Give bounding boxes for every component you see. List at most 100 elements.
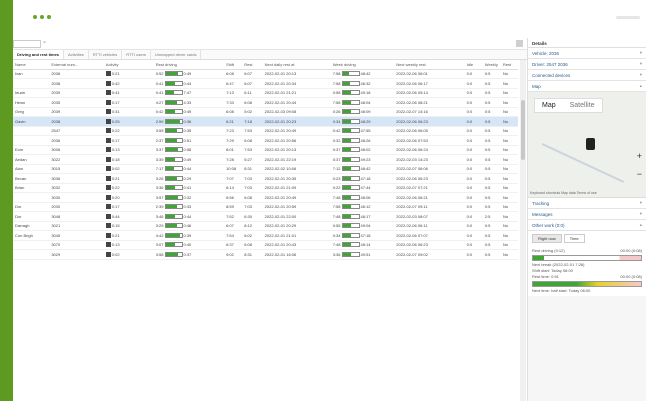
table-row[interactable]: Dor 3048 0:44 3:46 0:44 7:52 6:30 2022-02-01 22… [13,211,518,222]
title-placeholder [616,16,640,19]
zoom-in-icon[interactable]: + [637,147,642,165]
column-header[interactable]: Weekly [482,60,501,70]
table-row[interactable]: 2547 0:22 3:55 0:35 7:23 7:53 2022-02-01 20:49… [13,126,518,136]
cell-external-number: 2038 [49,116,104,127]
settings-icon[interactable] [516,40,523,47]
column-header[interactable]: Next weekly rest [394,60,465,70]
rest-driving-bar [164,242,183,248]
table-row[interactable]: Gavin 2038 0:25 2:59 0:36 6:21 7:18 2022-02-01 … [13,116,518,127]
column-header[interactable]: Activity [103,60,154,70]
rest-driving-bar [164,137,183,143]
cell-idle: 0:0 [464,154,483,165]
cell-rest: 6:30 [242,211,263,222]
cell-rest: 7:03 [242,173,263,184]
map-view[interactable]: Map Satellite + − Keyboard shortcuts Map … [528,92,646,198]
map-tab-map[interactable]: Map [535,99,563,112]
sidebar-map[interactable]: Map ▴ [528,81,646,92]
cell-external-number: 3030 [49,192,104,203]
table-row[interactable]: Dor 2030 0:17 2:39 0:33 8:59 7:03 2022-02-01 20… [13,202,518,212]
cell-rest-driving: 3:57 0:32 [153,192,225,203]
sidebar-tracking[interactable]: Tracking ▾ [528,198,646,209]
table-scrollbar[interactable] [520,60,526,401]
table-row[interactable]: Con Brigh 3045 0:21 4:42 0:39 7:54 6:02 2022-02… [13,230,518,241]
minimize-dot[interactable] [40,15,44,19]
sidebar-messages[interactable]: Messages ▾ [528,209,646,220]
vehicle-pin-icon[interactable] [586,138,595,150]
map-footer: Keyboard shortcuts Map data Terms of use [530,191,597,195]
scroll-thumb[interactable] [521,100,525,160]
table-row[interactable]: Hewn 2035 0:17 4:27 4:33 7:33 6:08 2022-02-01 2… [13,97,518,108]
device-icon [105,109,111,115]
column-header[interactable]: Rest [242,60,263,70]
maximize-dot[interactable] [47,15,51,19]
zoom-out-icon[interactable]: − [637,165,642,183]
table-row[interactable]: Ivan 2036 0:21 0:52 0:49 6:08 6:07 2022-02-01 2… [13,69,518,79]
table-row[interactable]: 3030 0:20 3:57 0:32 6:56 6:08 2022-02-01 20:49… [13,192,518,203]
cell-name: Con Brigh [13,230,50,241]
column-header[interactable]: Rest driving [153,60,225,70]
next-time-line: Next time: half start: Today 06:00 [532,288,591,293]
tab-3[interactable]: RTTI users [122,50,151,59]
cell-idle: 0:0 [464,97,483,108]
table-row[interactable]: 3070 0:13 3:07 0:40 6:37 6:08 2022-02-01 20:43… [13,240,518,250]
table-row[interactable]: Eoin 3006 0:13 3:37 0:56 8:01 7:53 2022-02-01 2… [13,145,518,155]
column-header[interactable]: Shift [224,60,243,70]
cell-external-number: 2036 [49,135,104,146]
cell-rest-flag: No [500,69,518,79]
other-work-label: Other work (0:0) [532,222,565,228]
subtab-right-now[interactable]: Right now [532,234,562,243]
close-dot[interactable] [33,15,37,19]
sidebar-connected[interactable]: Connected devices ▾ [528,70,646,81]
cell-rest: 6:08 [242,135,263,146]
rest-driving-bar [164,251,183,257]
tab-bar: Driving and rest times Activities RTTI veh… [13,50,527,60]
device-icon [105,90,111,96]
column-header[interactable]: Idle [464,60,483,70]
subtab-time[interactable]: Time [563,234,585,243]
cell-idle: 0:0 [464,249,483,260]
driver-times: Rest driving (0:12) 00:00 (0:08) Next br… [528,246,646,296]
table-row[interactable]: 2036 0:17 2:37 0:51 7:29 6:08 2022-02-01 20:56… [13,135,518,146]
table-row[interactable]: 2038 0:42 0:41 0:44 6:47 6:07 2022-02-01 20:34… [13,78,518,89]
tab-2[interactable]: RTTI vehicles [89,50,123,59]
clear-icon[interactable]: × [43,40,46,46]
main-panel: × Driving and rest times Activities RTTI v… [13,38,528,401]
sidebar-other-work[interactable]: Other work (0:0) ▴ [528,220,646,231]
map-tab-satellite[interactable]: Satellite [563,99,602,112]
table-row[interactable]: Greg 2039 0:31 0:42 0:49 6:08 5:02 2022-02-03 0… [13,107,518,117]
table-row[interactable]: Ieuan 2039 0:41 0:41 7:47 7:13 6:11 2022-02-01 … [13,88,518,98]
column-header[interactable]: Week driving [330,60,395,70]
cell-week-driving: 0:26 48:09 [330,107,395,117]
cell-name [13,135,50,146]
sidebar-driver[interactable]: Driver: 2547 2036 ▾ [528,59,646,70]
week-driving-bar [341,156,360,162]
tab-4[interactable]: Unmapped driver cards [151,50,202,59]
search-input[interactable] [13,40,41,48]
rest-driving-bar [164,147,183,153]
column-header[interactable]: Name [13,60,50,70]
week-driving-bar [341,147,360,153]
device-icon [105,175,111,181]
column-header[interactable]: External num... [49,60,104,70]
tab-0[interactable]: Driving and rest times [13,50,65,59]
cell-next-weekly-rest: 2022-02-06 06:21 [394,192,465,203]
cell-activity: 0:13 [103,145,154,155]
tab-1[interactable]: Activities [64,50,89,59]
device-icon [105,194,111,200]
cell-rest: 5:27 [242,154,263,165]
week-driving-bar [341,232,360,238]
table-row[interactable]: 3029 0:02 3:58 0:37 9:02 8:31 2022-02-01 16:06… [13,249,518,260]
table-row[interactable]: Brian 3032 0:22 3:36 0:41 6:14 7:03 2022-02-01 … [13,183,518,193]
cell-rest-flag: No [500,154,518,165]
sidebar-vehicle[interactable]: Vehicle: 2036 ▾ [528,48,646,59]
table-row[interactable]: Alan 3015 0:02 7:17 0:44 10:08 8:31 2022-02-02 … [13,164,518,174]
cell-activity: 0:02 [103,249,154,260]
table-row[interactable]: Bevan 3036 0:21 3:26 0:29 7:07 7:03 2022-02-01 … [13,173,518,184]
column-header[interactable]: Rest [500,60,518,70]
table-row[interactable]: Aedan 3022 0:18 3:39 0:49 7:28 5:27 2022-02-01 … [13,154,518,165]
table-row[interactable]: Darragh 3021 0:15 3:29 0:46 6:07 8:12 2022-02-0… [13,221,518,231]
cell-weekly: 0:5 [482,126,501,136]
column-header[interactable]: Next daily rest at [262,60,331,70]
cell-rest: 8:31 [242,249,263,260]
cell-activity: 0:31 [103,107,154,117]
